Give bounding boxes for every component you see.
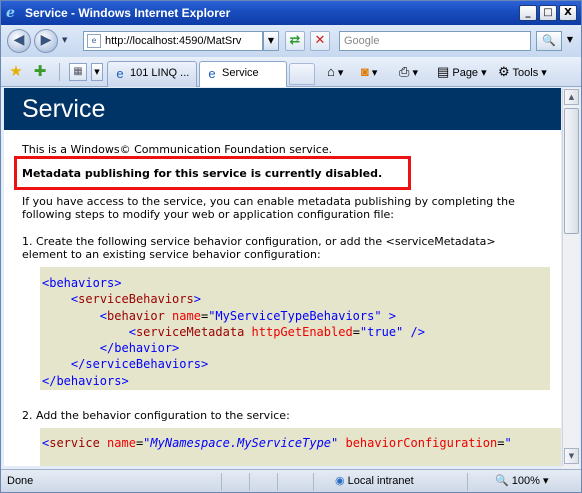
stop-button[interactable]: ✕ (310, 31, 330, 51)
status-divider (221, 473, 222, 491)
step-1-line-2: element to an existing service behavior … (22, 248, 321, 261)
page-menu-icon: ▤ (437, 64, 450, 79)
status-divider (277, 473, 278, 491)
code-token: serviceMetadata (135, 324, 245, 339)
page-menu[interactable]: ▤ Page ▾ (437, 64, 487, 82)
code-token: = (352, 324, 360, 339)
code-token: /> (403, 324, 425, 339)
quick-tabs-button[interactable]: ▦ (69, 63, 87, 81)
page-content: Service This is a Windows© Communication… (4, 88, 561, 466)
refresh-button[interactable]: ⇄ (285, 31, 305, 51)
scroll-up-button[interactable]: ▲ (564, 89, 579, 105)
address-url[interactable]: http://localhost:4590/MatSrv (105, 35, 241, 47)
address-toolbar: ◀ ▶ ▼ e http://localhost:4590/MatSrv ▼ ⇄… (1, 25, 581, 57)
code-token: < (99, 308, 108, 323)
page-title: Service (22, 95, 106, 123)
print-button[interactable]: ⎙ ▾ (399, 64, 418, 82)
minimize-button[interactable]: _ (519, 5, 537, 21)
page-icon: e (87, 34, 101, 48)
tab-101-linq[interactable]: e 101 LINQ ... (107, 61, 197, 87)
tab-label: Service (222, 67, 259, 79)
step-1-line-1: 1. Create the following service behavior… (22, 235, 496, 248)
search-button[interactable]: 🔍 (536, 31, 562, 51)
address-dropdown-button[interactable]: ▼ (263, 31, 279, 51)
ie-icon: e (6, 5, 15, 21)
code-token: service (49, 436, 100, 450)
tab-toolbar: ★ ✚ ▦ ▼ e 101 LINQ ... e Service ⌂ ▾ ◙ ▾… (1, 57, 581, 87)
code-token: " (504, 436, 512, 450)
vertical-scrollbar[interactable]: ▲ ▼ (562, 88, 579, 466)
code-token: name (99, 436, 136, 450)
search-options-dropdown[interactable]: ▼ (564, 31, 576, 51)
search-placeholder: Google (344, 35, 380, 47)
code-token: < (128, 324, 136, 339)
code-token: name (164, 308, 201, 323)
warning-box: Metadata publishing for this service is … (14, 156, 411, 190)
instructions-line-1: If you have access to the service, you c… (22, 195, 515, 208)
zone-label: Local intranet (347, 475, 414, 487)
page-menu-label: Page (452, 67, 479, 79)
recent-pages-dropdown[interactable]: ▼ (62, 36, 72, 46)
step-2-text: 2. Add the behavior configuration to the… (22, 409, 290, 422)
maximize-button[interactable]: □ (539, 5, 557, 21)
code-line: <behaviors> (42, 276, 122, 290)
back-button[interactable]: ◀ (7, 29, 31, 53)
code-token: httpGetEnabled (244, 324, 353, 339)
code-token: "MyNamespace.MyServiceType" (143, 436, 339, 450)
code-token: serviceBehaviors (78, 292, 194, 307)
code-token: "MyServiceTypeBehaviors" (208, 308, 382, 323)
zoom-icon: 🔍 (495, 475, 509, 487)
star-icon[interactable]: ★ (7, 62, 25, 80)
ie-page-icon: e (116, 66, 124, 81)
search-input[interactable]: Google (339, 31, 531, 51)
window-title: Service - Windows Internet Explorer (25, 6, 231, 20)
status-divider (467, 473, 468, 491)
service-code-block: <service name="MyNamespace.MyServiceType… (40, 428, 561, 466)
config-code-block: <behaviors> <serviceBehaviors> <behavior… (40, 267, 550, 390)
code-line: </behaviors> (42, 373, 129, 388)
add-favorite-icon[interactable]: ✚ (31, 62, 49, 80)
rss-icon: ◙ (361, 64, 369, 79)
security-zone[interactable]: ◉ Local intranet (335, 474, 414, 487)
status-text: Done (7, 475, 34, 487)
home-button[interactable]: ⌂ ▾ (327, 64, 343, 82)
ie-page-icon: e (208, 66, 216, 81)
tab-service[interactable]: e Service (199, 61, 287, 87)
toolbar-divider (59, 63, 60, 81)
code-token: behavior (107, 308, 165, 323)
tools-menu[interactable]: ⚙ Tools ▾ (498, 64, 547, 82)
gear-icon: ⚙ (498, 64, 510, 79)
code-token: > (193, 292, 201, 307)
new-tab-button[interactable] (289, 63, 315, 85)
home-icon: ⌂ (327, 64, 335, 79)
close-button[interactable]: X (559, 5, 577, 21)
tab-list-dropdown[interactable]: ▼ (91, 63, 103, 81)
code-line: </behavior> (99, 341, 180, 356)
zoom-control[interactable]: 🔍 100% ▾ (495, 474, 548, 487)
heading-band: Service (4, 88, 561, 130)
warning-text: Metadata publishing for this service is … (22, 167, 383, 180)
tools-menu-label: Tools (512, 67, 539, 79)
forward-button[interactable]: ▶ (34, 29, 58, 53)
zoom-level: 100% (511, 475, 540, 487)
status-bar: Done ◉ Local intranet 🔍 100% ▾ (1, 469, 581, 492)
feeds-button[interactable]: ◙ ▾ (361, 64, 377, 82)
address-field[interactable]: e http://localhost:4590/MatSrv (83, 31, 263, 51)
code-token: "true" (359, 324, 404, 339)
scroll-thumb[interactable] (564, 108, 579, 234)
tab-label: 101 LINQ ... (130, 67, 190, 79)
intro-text: This is a Windows© Communication Foundat… (22, 143, 333, 156)
title-bar: e Service - Windows Internet Explorer _ … (1, 1, 581, 25)
globe-icon: ◉ (335, 475, 345, 487)
code-token: > (381, 308, 397, 323)
code-token: behaviorConfiguration (338, 436, 498, 450)
code-line: </serviceBehaviors> (70, 357, 209, 372)
ie-window: e Service - Windows Internet Explorer _ … (0, 0, 582, 493)
printer-icon: ⎙ (399, 64, 410, 79)
scroll-down-button[interactable]: ▼ (564, 448, 579, 464)
status-divider (313, 473, 314, 491)
status-divider (249, 473, 250, 491)
instructions-line-2: following steps to modify your web or ap… (22, 208, 394, 221)
